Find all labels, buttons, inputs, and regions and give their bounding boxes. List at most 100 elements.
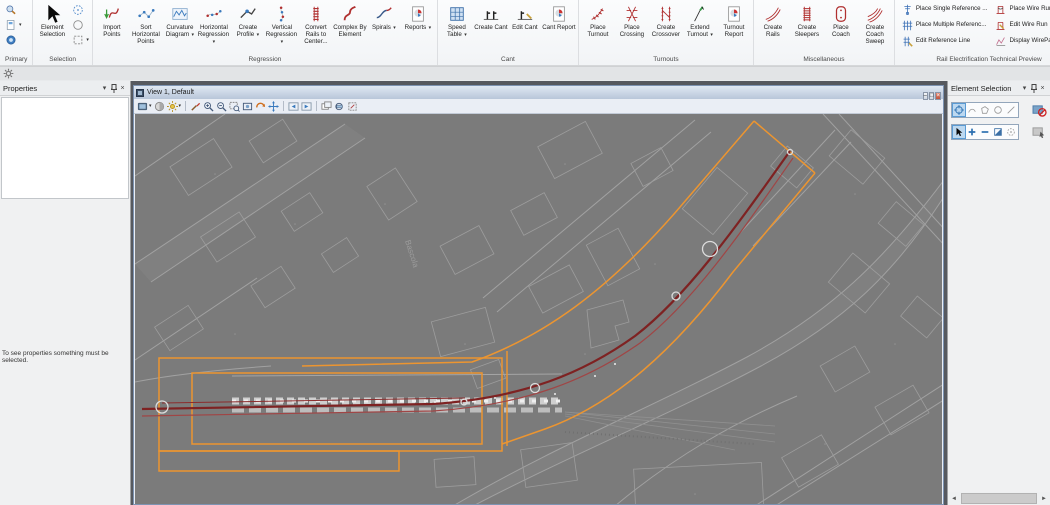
vertical-regression-button[interactable]: Vertical Regression ▾: [265, 1, 299, 46]
import-points-button[interactable]: Import Points: [95, 1, 129, 39]
fence-circle-button[interactable]: [70, 3, 85, 16]
element-selection-button[interactable]: Element Selection: [35, 1, 69, 39]
window-buttons: –□×: [922, 84, 941, 102]
cant-report-button[interactable]: Cant Report: [542, 1, 576, 32]
turnout-report-button[interactable]: Turnout Report: [717, 1, 751, 39]
element-selection-row-2: [951, 124, 1047, 140]
create-profile-icon: [239, 3, 257, 25]
sel-circle-button[interactable]: [992, 104, 1004, 116]
clear-selection-button[interactable]: [1032, 104, 1047, 117]
edit-cant-button[interactable]: Edit Cant: [508, 1, 542, 32]
restore-button[interactable]: □: [929, 92, 935, 100]
reports-button[interactable]: Reports ▾: [401, 1, 435, 32]
display-wirepath-profile-button[interactable]: Display WirePath Profile: [995, 36, 1050, 47]
element-selection-header: Element Selection ▾ ×: [948, 81, 1050, 96]
scroll-right-icon[interactable]: ►: [1038, 496, 1050, 502]
zoom-out-button[interactable]: [216, 101, 227, 112]
sel-block-button[interactable]: [966, 104, 978, 116]
settings-gear-icon[interactable]: [3, 68, 14, 79]
create-profile-button[interactable]: Create Profile ▾: [231, 1, 265, 39]
place-coach-button[interactable]: Place Coach: [824, 1, 858, 39]
spirals-icon: [375, 3, 393, 25]
rotate-view-button[interactable]: [255, 101, 266, 112]
horizontal-scrollbar[interactable]: ◄ ►: [948, 492, 1050, 505]
report-page-icon: [725, 3, 743, 25]
chevron-down-icon[interactable]: ▾: [1020, 84, 1029, 92]
view-attributes-icon: [137, 101, 148, 112]
brightness-button[interactable]: ▾: [167, 101, 182, 112]
map-area-label: Bascola: [403, 239, 421, 269]
minimize-button[interactable]: –: [923, 92, 928, 100]
sel-line-button[interactable]: [1005, 104, 1017, 116]
attach-tools-button[interactable]: [3, 18, 18, 31]
display-wirepath-profile-label: Display WirePath Profile: [1009, 38, 1050, 45]
create-coach-sweep-button[interactable]: Create Coach Sweep: [858, 1, 892, 46]
view-previous-button[interactable]: [288, 101, 299, 112]
select-all-button[interactable]: [1032, 126, 1047, 139]
chevron-down-icon[interactable]: ▾: [100, 84, 109, 92]
edit-wire-run-button[interactable]: Edit Wire Run: [995, 20, 1050, 31]
pin-icon[interactable]: [109, 84, 118, 93]
fence-rectangle-button[interactable]: [70, 33, 85, 46]
complex-by-element-button[interactable]: Complex By Element: [333, 1, 367, 39]
extend-turnout-label: Extend Turnout ▾: [683, 25, 717, 39]
curvature-diagram-label: Curvature Diagram ▾: [163, 25, 197, 39]
place-multiple-reference-button[interactable]: Place Multiple Referenc...: [902, 20, 988, 31]
pan-view-button[interactable]: [268, 101, 279, 112]
sel-shape-button[interactable]: [979, 104, 991, 116]
create-cant-button[interactable]: Create Cant: [474, 1, 508, 32]
ribbon-group-caption: Selection: [35, 56, 90, 65]
ribbon-group-cant: Speed Table ▾Create CantEdit CantCant Re…: [438, 0, 579, 65]
view-next-button[interactable]: [301, 101, 312, 112]
sel-clear-button[interactable]: [1005, 126, 1017, 138]
speed-table-button[interactable]: Speed Table ▾: [440, 1, 474, 39]
ribbon: ▾PrimaryElement Selection▾SelectionImpor…: [0, 0, 1050, 66]
edit-reference-line-button[interactable]: Edit Reference Line: [902, 36, 988, 47]
horizontal-regression-button[interactable]: Horizontal Regression ▾: [197, 1, 231, 46]
view-attributes-button[interactable]: ▾: [137, 101, 152, 112]
fit-view-button[interactable]: [242, 101, 253, 112]
sel-individual-button[interactable]: [953, 104, 965, 116]
properties-list[interactable]: [1, 97, 129, 199]
sort-horizontal-points-button[interactable]: Sort Horizontal Points: [129, 1, 163, 46]
place-single-reference-button[interactable]: Place Single Reference ...: [902, 4, 988, 15]
close-button[interactable]: ×: [935, 92, 941, 100]
create-sleepers-button[interactable]: Create Sleepers: [790, 1, 824, 39]
sel-invert-button[interactable]: [992, 126, 1004, 138]
sel-add-button[interactable]: [966, 126, 978, 138]
extend-turnout-button[interactable]: Extend Turnout ▾: [683, 1, 717, 39]
fence-ellipse-button[interactable]: [70, 18, 85, 31]
convert-rails-to-center-button[interactable]: Convert Rails to Center...: [299, 1, 333, 46]
brightness-icon: [167, 101, 178, 112]
explorer-button[interactable]: [3, 3, 18, 16]
create-rails-button[interactable]: Create Rails: [756, 1, 790, 39]
window-area-button[interactable]: [229, 101, 240, 112]
create-crossover-button[interactable]: Create Crossover: [649, 1, 683, 39]
models-button[interactable]: [3, 33, 18, 46]
curvature-diagram-button[interactable]: Curvature Diagram ▾: [163, 1, 197, 39]
zoom-in-button[interactable]: [203, 101, 214, 112]
place-wire-run-button[interactable]: Place Wire Run: [995, 4, 1050, 15]
place-turnout-button[interactable]: Place Turnout: [581, 1, 615, 39]
sel-pointer-button[interactable]: [953, 126, 965, 138]
map-viewport[interactable]: Bascola: [135, 114, 942, 504]
clip-mask-button[interactable]: [347, 101, 358, 112]
spirals-button[interactable]: Spirals ▾: [367, 1, 401, 32]
copy-view-button[interactable]: [321, 101, 332, 112]
view-next-icon: [301, 101, 312, 112]
scrollbar-thumb[interactable]: [961, 493, 1037, 504]
display-style-button[interactable]: [154, 101, 165, 112]
place-turnout-label: Place Turnout: [581, 25, 615, 39]
view-titlebar[interactable]: View 1, Default –□×: [134, 86, 943, 99]
place-single-reference-label: Place Single Reference ...: [916, 6, 988, 13]
map-canvas: Bascola: [135, 114, 942, 504]
place-crossing-button[interactable]: Place Crossing: [615, 1, 649, 39]
scroll-left-icon[interactable]: ◄: [948, 496, 960, 502]
clip-volume-button[interactable]: [334, 101, 345, 112]
close-icon[interactable]: ×: [118, 85, 127, 92]
sel-subtract-button[interactable]: [979, 126, 991, 138]
pin-icon[interactable]: [1029, 84, 1038, 93]
close-icon[interactable]: ×: [1038, 85, 1047, 92]
vertical-regression-icon: [273, 3, 291, 25]
update-view-button[interactable]: [190, 101, 201, 112]
